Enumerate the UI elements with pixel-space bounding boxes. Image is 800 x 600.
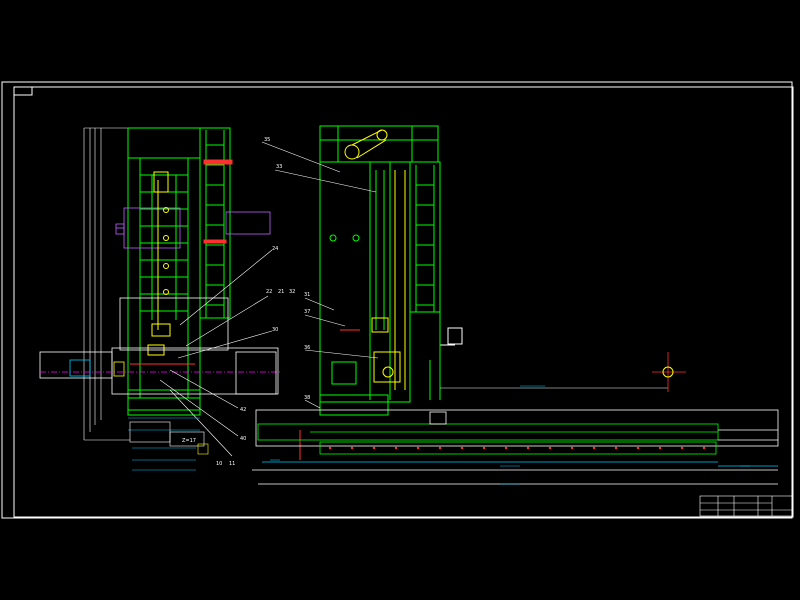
label-30: 30	[272, 327, 278, 333]
drawing-frame	[1, 81, 794, 519]
pulley	[344, 129, 388, 160]
title-block	[699, 495, 794, 517]
label-22: 22	[266, 289, 272, 295]
label-11: 11	[229, 461, 235, 467]
label-42: 42	[240, 407, 246, 413]
bed-dimension-ticks	[270, 459, 750, 485]
motor-outline	[115, 207, 271, 249]
label-31: 31	[304, 292, 310, 298]
label-24: 24	[272, 246, 278, 252]
label-36: 36	[304, 345, 310, 351]
right-front-view: 35 33 31 37 36 38	[252, 125, 779, 485]
bed-rail	[252, 409, 779, 485]
left-leader-lines	[159, 249, 273, 457]
right-part-labels: 35 33 31 37 36 38	[264, 137, 310, 401]
target-guide	[440, 352, 686, 392]
label-33: 33	[276, 164, 282, 170]
front-ladder	[409, 161, 463, 400]
column-yellow-parts	[147, 171, 171, 356]
label-21: 21	[278, 289, 284, 295]
front-column-body	[319, 161, 411, 416]
bed-red-marks	[328, 446, 706, 450]
label-35: 35	[264, 137, 270, 143]
left-column-view: 24 22 21 32 30 42 40 10 11 Z=17	[39, 127, 295, 471]
left-base-dimensions	[128, 417, 209, 471]
label-32: 32	[289, 289, 295, 295]
label-10: 10	[216, 461, 222, 467]
left-dimension-lines	[83, 127, 130, 441]
label-z17: Z=17	[182, 438, 196, 444]
label-37: 37	[304, 309, 310, 315]
spindle-head	[371, 170, 406, 390]
label-40: 40	[240, 436, 246, 442]
column-red-accents	[130, 159, 233, 365]
cad-drawing: 24 22 21 32 30 42 40 10 11 Z=17 35 33 31…	[0, 0, 800, 600]
label-38: 38	[304, 395, 310, 401]
ram-spindle	[39, 297, 280, 395]
